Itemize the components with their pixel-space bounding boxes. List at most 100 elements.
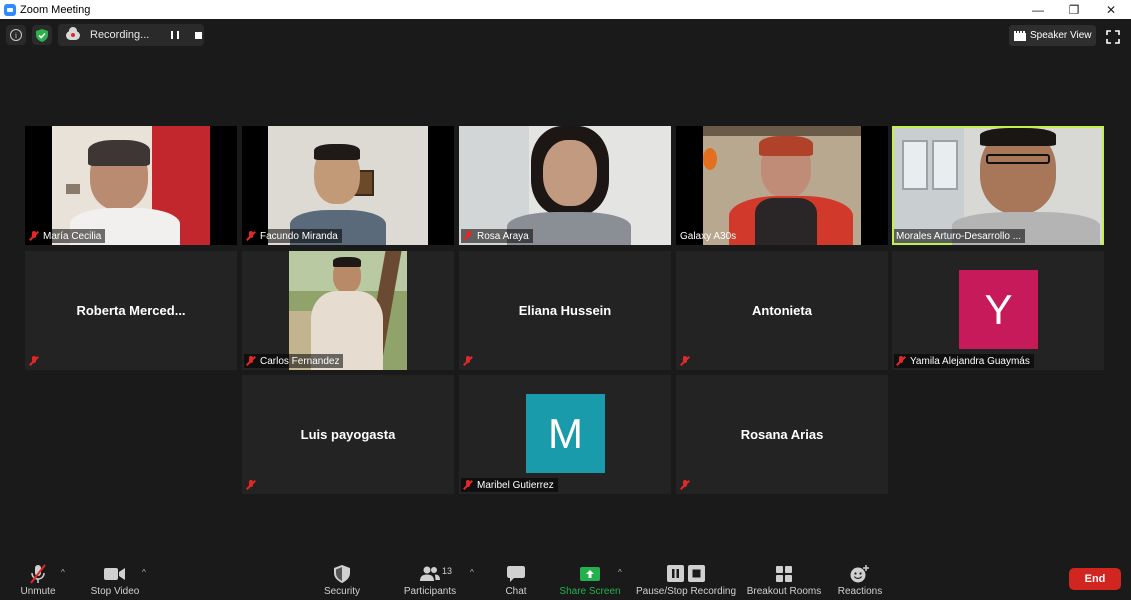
close-icon[interactable]: ✕ (1093, 0, 1129, 19)
pause-recording-icon[interactable] (171, 31, 180, 39)
meeting-top-bar: i Recording... (6, 24, 204, 46)
muted-mic-icon (246, 480, 256, 490)
participant-name-tag: Carlos Fernandez (244, 354, 344, 368)
participant-tile[interactable]: María Cecilia (25, 126, 237, 245)
participant-tile[interactable]: M Maribel Gutierrez (459, 375, 671, 494)
avatar-initial: M (548, 409, 583, 457)
muted-mic-icon (463, 356, 473, 366)
participant-tile[interactable]: Rosa Araya (459, 126, 671, 245)
speaker-view-label: Speaker View (1030, 30, 1092, 41)
participant-name: Rosa Araya (477, 230, 529, 242)
recording-label: Recording... (90, 29, 150, 41)
participant-name-tag (461, 354, 481, 368)
participant-tile[interactable]: Rosana Arias (676, 375, 888, 494)
zoom-logo-icon (4, 3, 16, 16)
share-screen-button[interactable]: Share Screen (558, 560, 622, 600)
unmute-button[interactable]: Unmute (14, 560, 62, 600)
participants-options-caret-icon[interactable]: ^ (470, 568, 474, 577)
chat-button[interactable]: Chat (500, 560, 532, 600)
participant-name: Galaxy A30s (680, 230, 737, 242)
recording-label: Pause/Stop Recording (635, 586, 737, 597)
video-feed (894, 128, 1102, 245)
recording-indicator: Recording... (58, 24, 204, 46)
participant-tile[interactable]: Antonieta (676, 251, 888, 370)
participant-display-name: Antonieta (752, 303, 812, 318)
participant-display-name: Luis payogasta (300, 427, 396, 442)
chat-label: Chat (505, 586, 527, 597)
stop-video-label: Stop Video (90, 586, 140, 597)
participant-name: Morales Arturo-Desarrollo ... (896, 230, 1022, 242)
chat-bubble-icon (507, 564, 525, 584)
reactions-button[interactable]: Reactions (836, 560, 884, 600)
audio-options-caret-icon[interactable]: ^ (61, 568, 65, 577)
participant-tile-active-speaker[interactable]: Morales Arturo-Desarrollo ... (892, 126, 1104, 245)
minimize-icon[interactable]: — (1020, 0, 1056, 19)
window-title-bar: Zoom Meeting — ❐ ✕ (0, 0, 1131, 19)
participant-name-tag (678, 478, 698, 492)
security-label: Security (323, 586, 361, 597)
shield-icon (334, 564, 350, 584)
participant-name-tag: Rosa Araya (461, 229, 533, 243)
speaker-view-button[interactable]: Speaker View (1009, 25, 1096, 46)
participant-tile[interactable]: Y Yamila Alejandra Guaymás (892, 251, 1104, 370)
participant-name-tag (678, 354, 698, 368)
video-feed (289, 251, 407, 370)
participant-name: Carlos Fernandez (260, 355, 340, 367)
muted-mic-icon (896, 356, 906, 366)
participant-tile[interactable]: Luis payogasta (242, 375, 454, 494)
participant-avatar: M (526, 394, 605, 473)
info-icon: i (10, 29, 22, 41)
muted-mic-icon (246, 356, 256, 366)
participant-tile[interactable]: Facundo Miranda (242, 126, 454, 245)
participant-tile[interactable]: Eliana Hussein (459, 251, 671, 370)
stop-recording-icon[interactable] (195, 31, 203, 39)
breakout-rooms-label: Breakout Rooms (746, 586, 822, 597)
meeting-info-button[interactable]: i (6, 25, 26, 45)
end-meeting-button[interactable]: End (1069, 568, 1121, 590)
window-title: Zoom Meeting (20, 3, 91, 16)
participant-name-tag: Morales Arturo-Desarrollo ... (894, 229, 1026, 243)
restore-icon[interactable]: ❐ (1056, 0, 1092, 19)
video-feed (703, 126, 861, 245)
participant-name-tag (27, 354, 47, 368)
participant-display-name: Rosana Arias (740, 427, 824, 442)
breakout-rooms-icon (776, 564, 792, 584)
encryption-button[interactable] (32, 25, 52, 45)
reactions-label: Reactions (837, 586, 883, 597)
participant-name-tag (244, 478, 264, 492)
participant-tile[interactable]: Carlos Fernandez (242, 251, 454, 370)
muted-mic-icon (680, 480, 690, 490)
participant-tile[interactable]: Galaxy A30s (676, 126, 888, 245)
share-options-caret-icon[interactable]: ^ (618, 568, 622, 577)
participant-tile[interactable]: Roberta Merced... (25, 251, 237, 370)
video-options-caret-icon[interactable]: ^ (142, 568, 146, 577)
stop-video-button[interactable]: Stop Video (86, 560, 144, 600)
video-camera-icon (104, 564, 126, 584)
muted-mic-icon (29, 231, 39, 241)
video-feed (268, 126, 428, 245)
muted-mic-icon (463, 480, 473, 490)
participant-name-tag: Maribel Gutierrez (461, 478, 558, 492)
participant-name-tag: María Cecilia (27, 229, 106, 243)
breakout-rooms-button[interactable]: Breakout Rooms (746, 560, 822, 600)
speaker-view-icon (1014, 30, 1026, 41)
participant-display-name: Eliana Hussein (518, 303, 612, 318)
fullscreen-icon[interactable] (1106, 30, 1120, 44)
participant-name-tag: Galaxy A30s (678, 229, 740, 243)
participant-name-tag: Yamila Alejandra Guaymás (894, 354, 1034, 368)
participant-name-tag: Facundo Miranda (244, 229, 342, 243)
muted-mic-icon (680, 356, 690, 366)
smiley-plus-icon (850, 564, 870, 584)
muted-mic-icon (246, 231, 256, 241)
share-screen-label: Share Screen (559, 586, 621, 597)
participant-avatar: Y (959, 270, 1038, 349)
cloud-recording-icon (66, 26, 80, 40)
participant-display-name: Roberta Merced... (76, 303, 186, 318)
security-button[interactable]: Security (320, 560, 364, 600)
unmute-label: Unmute (20, 586, 56, 597)
pause-stop-recording-button[interactable]: Pause/Stop Recording (636, 560, 736, 600)
meeting-toolbar: Unmute ^ Stop Video ^ Security Participa… (0, 560, 1131, 600)
video-feed (459, 126, 671, 245)
muted-mic-icon (29, 356, 39, 366)
video-feed (52, 126, 210, 245)
